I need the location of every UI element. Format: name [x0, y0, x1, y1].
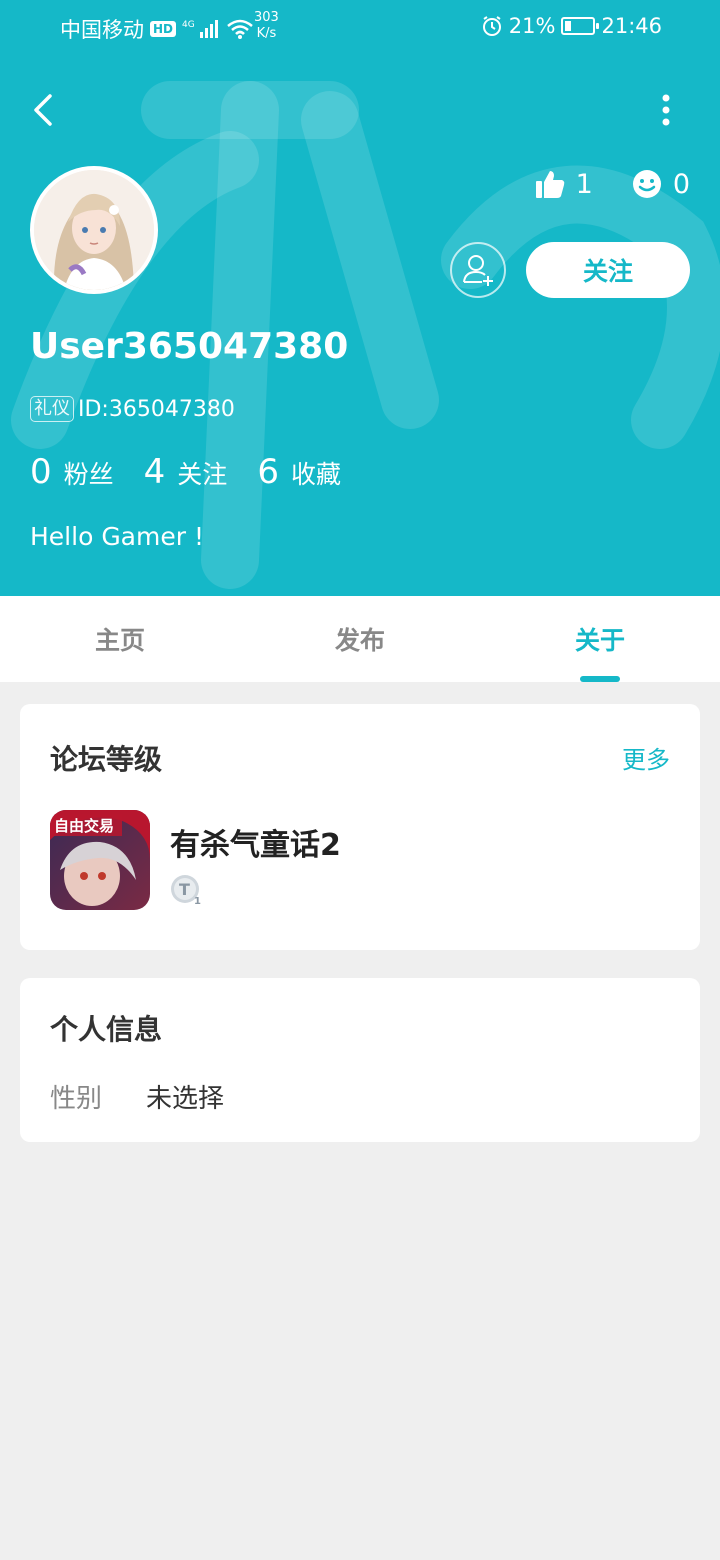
active-tab-indicator — [580, 676, 620, 682]
tab-about[interactable]: 关于 — [480, 596, 720, 682]
likes-stat[interactable]: 1 — [534, 168, 593, 200]
svg-text:T: T — [179, 880, 190, 899]
avatar-image — [34, 170, 154, 290]
fans-number: 0 — [30, 452, 52, 492]
chevron-left-icon — [34, 94, 52, 126]
svg-text:4G: 4G — [182, 20, 195, 30]
smiles-stat[interactable]: 0 — [631, 168, 690, 200]
following-label: 关注 — [177, 460, 228, 489]
profile-header: 中国移动 HD 4G 303 K/s 21% 21:46 1 0 关注 User… — [0, 0, 720, 596]
more-link[interactable]: 更多 — [622, 740, 670, 775]
game-icon-image: 自由交易 — [50, 810, 150, 910]
tab-about-label: 关于 — [574, 626, 625, 655]
forum-level-card: 论坛等级 更多 自由交易 有杀气童话2 T 1 — [20, 704, 700, 950]
favorites-label: 收藏 — [290, 460, 341, 489]
personal-info-title: 个人信息 — [50, 1013, 163, 1046]
forum-level-title: 论坛等级 — [50, 743, 163, 776]
battery-icon — [561, 17, 600, 35]
tab-home-label: 主页 — [94, 626, 145, 655]
add-user-icon — [463, 255, 493, 286]
add-friend-button[interactable] — [450, 242, 506, 298]
clock: 21:46 — [601, 14, 662, 38]
tab-posts[interactable]: 发布 — [240, 596, 480, 682]
svg-text:1: 1 — [194, 896, 201, 906]
favorites-count[interactable]: 6 收藏 — [257, 452, 341, 492]
following-number: 4 — [143, 452, 166, 492]
hd-badge: HD — [150, 21, 177, 37]
watermark-logo — [11, 81, 720, 589]
profile-tabs: 主页 发布 关于 — [0, 596, 720, 682]
fans-label: 粉丝 — [63, 460, 114, 489]
back-button[interactable] — [26, 88, 66, 132]
fans-count[interactable]: 0 粉丝 — [30, 452, 114, 492]
thumbs-up-icon — [535, 171, 564, 198]
user-bio: Hello Gamer ! — [30, 522, 204, 551]
profile-counts: 0 粉丝 4 关注 6 收藏 — [30, 452, 371, 492]
smile-icon — [632, 170, 661, 198]
level-badge-icon: T 1 — [170, 874, 202, 907]
game-icon[interactable]: 自由交易 — [50, 810, 150, 910]
gender-value: 未选择 — [146, 1084, 225, 1114]
network-speed: 303 K/s — [254, 10, 279, 42]
network-speed-value: 303 — [254, 10, 279, 25]
likes-count: 1 — [575, 168, 593, 200]
wifi-icon — [227, 19, 253, 39]
etiquette-badge[interactable]: 礼仪 — [30, 396, 74, 422]
following-count[interactable]: 4 关注 — [144, 452, 228, 492]
profile-page: 中国移动 HD 4G 303 K/s 21% 21:46 1 0 关注 User… — [0, 0, 720, 1560]
tab-home[interactable]: 主页 — [0, 596, 240, 682]
carrier-label: 中国移动 — [60, 18, 144, 42]
svg-text:自由交易: 自由交易 — [54, 817, 114, 835]
more-options-button[interactable] — [648, 88, 684, 132]
user-id: ID:365047380 — [78, 396, 235, 422]
reaction-stats: 1 0 — [534, 168, 690, 200]
network-speed-unit: K/s — [256, 26, 277, 41]
user-id-row: 礼仪 ID:365047380 — [30, 396, 235, 422]
smiles-count: 0 — [672, 168, 690, 200]
more-vertical-icon — [662, 94, 670, 126]
game-name[interactable]: 有杀气童话2 — [170, 820, 341, 864]
gender-label: 性别 — [50, 1084, 103, 1114]
tab-posts-label: 发布 — [334, 626, 385, 655]
alarm-icon — [482, 16, 501, 36]
follow-button[interactable]: 关注 — [526, 242, 690, 298]
battery-percent: 21% — [508, 14, 556, 38]
signal-icon: 4G — [182, 20, 219, 38]
personal-info-card: 个人信息 性别 未选择 — [20, 978, 700, 1142]
avatar[interactable] — [30, 166, 158, 294]
favorites-number: 6 — [257, 452, 279, 492]
username: User365047380 — [30, 326, 349, 367]
status-bar: 中国移动 HD 4G 303 K/s 21% 21:46 — [0, 0, 720, 56]
